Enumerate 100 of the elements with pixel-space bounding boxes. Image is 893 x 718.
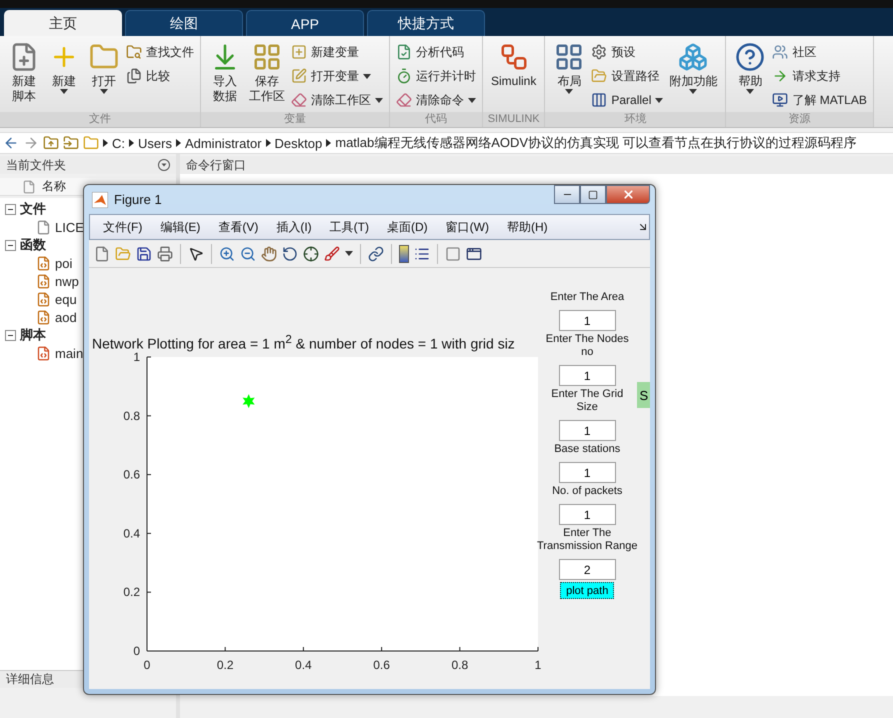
panel-title: 当前文件夹 [6,156,66,174]
group-label: 变量 [201,112,389,127]
ribbon-button[interactable]: 分析代码 [416,44,464,60]
function-file-icon [36,274,51,288]
y-tick-label: 0 [133,644,140,658]
menu-item[interactable]: 桌面(D) [378,218,437,236]
menu-item[interactable]: 帮助(H) [498,218,557,236]
legend-icon [414,246,430,262]
tree-group[interactable]: 文件 [20,200,46,218]
ribbon-button[interactable]: 打开变量 [311,68,359,84]
input-field[interactable]: 1 [558,310,616,331]
collapse-icon[interactable] [5,240,16,250]
monitor-play-icon [772,92,788,108]
caret-icon [375,98,383,102]
x-tick-label: 1 [534,658,542,671]
ribbon-button[interactable]: 预设 [611,44,636,60]
caret-icon [689,89,698,94]
ribbon-button[interactable]: 清除命令 [416,92,464,108]
ribbon-button[interactable]: Simulink [491,74,536,89]
caret-icon [746,89,754,94]
ribbon-tab[interactable]: 快捷方式 [367,10,485,36]
path-segment[interactable]: Desktop [274,136,322,150]
ribbon-button[interactable]: 新建 脚本 [12,74,36,104]
plot-path-button[interactable]: plot path [560,582,614,599]
panel-title: 命令行窗口 [186,156,246,174]
input-field[interactable]: 1 [558,365,616,386]
path-segment[interactable]: Users [138,136,172,150]
ribbon-button[interactable]: 设置路径 [611,68,660,84]
side-button[interactable]: S [637,382,650,408]
file-name[interactable]: aod [55,310,77,324]
collapse-icon[interactable] [5,204,16,214]
input-field[interactable]: 2 [558,559,616,580]
tree-group[interactable]: 脚本 [20,326,46,344]
ribbon-button[interactable]: 运行并计时 [416,68,476,84]
ribbon-button[interactable]: 比较 [146,68,170,84]
ribbon-button[interactable]: 查找文件 [146,44,194,60]
column-header[interactable]: 名称 [42,178,66,195]
maximize-button[interactable] [580,185,606,204]
file-name[interactable]: equ [55,292,77,306]
file-name[interactable]: LICE [55,220,84,234]
x-tick-label: 0 [144,658,150,671]
zoom-in-icon [219,246,235,262]
ribbon-button[interactable]: Parallel [611,93,652,107]
path-segment[interactable]: Administrator [184,136,262,150]
square-icon [445,246,461,262]
ribbon-tab[interactable]: APP [246,10,364,36]
ribbon-tab[interactable]: 主页 [4,10,122,36]
ribbon-button[interactable]: 打开 [92,74,116,89]
open-folder-icon [115,246,131,262]
ribbon-button[interactable]: 新建 [52,74,76,89]
input-field[interactable]: 1 [558,462,616,483]
menu-item[interactable]: 插入(I) [267,218,321,236]
x-tick-label: 0.8 [451,658,468,671]
ribbon-button[interactable]: 导入 数据 [213,74,237,104]
field-label: Enter The Grid Size [551,388,624,414]
ribbon-button[interactable]: 附加功能 [669,74,718,89]
y-tick-label: 0.6 [123,468,140,482]
link-icon [368,246,384,262]
group-label: 环境 [545,112,726,127]
menu-item[interactable]: 窗口(W) [436,218,498,236]
dock-arrow-icon [637,221,649,233]
group-label: 文件 [0,112,200,127]
menu-item[interactable]: 查看(V) [209,218,268,236]
ribbon-button[interactable]: 布局 [557,74,582,89]
caret-icon [100,89,108,94]
input-field[interactable]: 1 [558,504,616,525]
tree-group[interactable]: 函数 [20,236,46,254]
new-file-icon [94,246,110,262]
menu-item[interactable]: 工具(T) [320,218,378,236]
ribbon-button[interactable]: 请求支持 [792,68,840,84]
caret-icon [363,74,371,78]
path-segment[interactable]: matlab编程无线传感器网络AODV协议的仿真实现 可以查看节点在执行协议的过程源码程序 [335,134,857,152]
close-button[interactable] [606,185,650,204]
path-segment[interactable]: C: [112,136,125,150]
caret-icon [655,98,664,102]
field-label: Enter The Area [550,291,624,304]
file-name[interactable]: nwp [55,274,79,288]
function-file-icon [36,292,51,306]
file-name[interactable]: poi [55,256,72,270]
ribbon-button[interactable]: 帮助 [738,74,762,89]
panel-menu-icon[interactable] [158,159,170,171]
ribbon-button[interactable]: 了解 MATLAB [792,92,867,108]
ribbon-button[interactable]: 保存 工作区 [249,74,285,104]
function-file-icon [36,256,51,270]
ribbon-button[interactable]: 社区 [792,44,816,60]
collapse-icon[interactable] [5,330,16,340]
menu-item[interactable]: 编辑(E) [151,218,210,236]
folder-icon [83,135,99,151]
menu-item[interactable]: 文件(F) [94,218,152,236]
cubes-icon [678,42,708,72]
colorbar-icon[interactable] [399,244,409,262]
minimize-button[interactable] [554,185,580,204]
file-name[interactable]: main [55,346,84,360]
gear-icon [591,44,608,60]
ribbon-tab[interactable]: 绘图 [125,10,243,36]
ribbon-button[interactable]: 清除工作区 [311,92,371,108]
input-field[interactable]: 1 [558,420,616,441]
x-tick-label: 0.2 [216,658,234,671]
separator-arrow-icon [176,139,181,147]
ribbon-button[interactable]: 新建变量 [311,44,359,60]
